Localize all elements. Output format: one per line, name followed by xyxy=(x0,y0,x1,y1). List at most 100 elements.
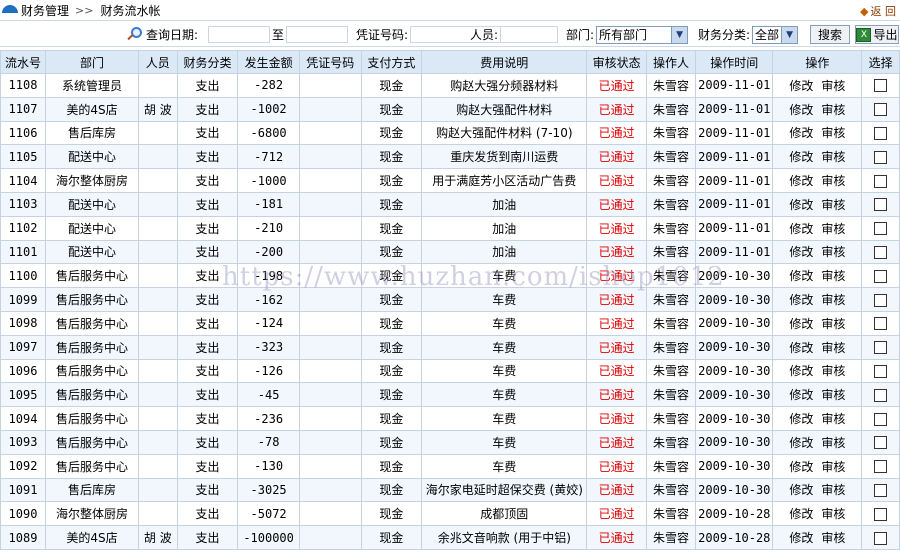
review-link[interactable]: 审核 xyxy=(821,364,845,378)
person-input[interactable] xyxy=(500,26,559,43)
select-cell xyxy=(861,287,900,312)
col-header[interactable]: 部门 xyxy=(44,50,139,74)
review-link[interactable]: 审核 xyxy=(821,507,845,521)
row-checkbox[interactable] xyxy=(874,150,888,164)
col-header[interactable]: 凭证号码 xyxy=(298,50,362,74)
review-link[interactable]: 审核 xyxy=(821,483,845,497)
row-checkbox[interactable] xyxy=(874,198,888,212)
actions-cell: 修改 审核 xyxy=(772,334,863,360)
serial-cell: 1092 xyxy=(0,453,46,479)
row-checkbox[interactable] xyxy=(874,460,888,474)
review-link[interactable]: 审核 xyxy=(821,103,845,117)
modify-link[interactable]: 修改 xyxy=(789,269,813,283)
category-select[interactable]: 全部 ▼ xyxy=(752,25,799,44)
review-link[interactable]: 审核 xyxy=(821,460,845,474)
col-header[interactable]: 支付方式 xyxy=(360,50,423,74)
breadcrumb-section[interactable]: 财务管理 xyxy=(21,2,69,19)
review-link[interactable]: 审核 xyxy=(821,293,845,307)
actions-cell: 修改 审核 xyxy=(772,501,863,527)
search-bar: 查询日期: 至 凭证号码: 人员: 部门: 所有部门 ▼ 财务分类: 全部 ▼ … xyxy=(0,23,900,47)
select-cell xyxy=(861,96,900,122)
review-link[interactable]: 审核 xyxy=(821,150,845,164)
status-cell: 已通过 xyxy=(586,144,647,170)
serial-cell: 1090 xyxy=(0,501,46,527)
modify-link[interactable]: 修改 xyxy=(789,293,813,307)
review-link[interactable]: 审核 xyxy=(821,222,845,236)
voucher-cell xyxy=(298,120,362,146)
col-header[interactable]: 人员 xyxy=(137,50,178,74)
back-button[interactable]: ◆ 返 回 xyxy=(860,3,896,19)
col-header[interactable]: 操作时间 xyxy=(695,50,774,74)
col-header[interactable]: 操作人 xyxy=(645,50,697,74)
review-link[interactable]: 审核 xyxy=(821,126,845,140)
col-header[interactable]: 费用说明 xyxy=(421,50,588,74)
row-checkbox[interactable] xyxy=(874,126,888,140)
dept-select[interactable]: 所有部门 ▼ xyxy=(596,25,689,44)
row-checkbox[interactable] xyxy=(874,341,888,355)
modify-link[interactable]: 修改 xyxy=(789,507,813,521)
review-link[interactable]: 审核 xyxy=(821,436,845,450)
row-checkbox[interactable] xyxy=(874,436,888,450)
row-checkbox[interactable] xyxy=(874,293,888,307)
row-checkbox[interactable] xyxy=(874,507,888,521)
row-checkbox[interactable] xyxy=(874,388,888,402)
date-from-input[interactable] xyxy=(208,26,270,43)
modify-link[interactable]: 修改 xyxy=(789,198,813,212)
review-link[interactable]: 审核 xyxy=(821,245,845,259)
modify-link[interactable]: 修改 xyxy=(789,436,813,450)
modify-link[interactable]: 修改 xyxy=(789,317,813,331)
modify-link[interactable]: 修改 xyxy=(789,460,813,474)
review-link[interactable]: 审核 xyxy=(821,269,845,283)
row-checkbox[interactable] xyxy=(874,364,888,378)
modify-link[interactable]: 修改 xyxy=(789,126,813,140)
status-cell: 已通过 xyxy=(586,453,647,479)
search-button[interactable]: 搜索 xyxy=(810,25,850,44)
voucher-cell xyxy=(298,287,362,312)
row-checkbox[interactable] xyxy=(874,412,888,426)
row-checkbox[interactable] xyxy=(874,483,888,497)
modify-link[interactable]: 修改 xyxy=(789,412,813,426)
review-link[interactable]: 审核 xyxy=(821,174,845,188)
modify-link[interactable]: 修改 xyxy=(789,364,813,378)
review-link[interactable]: 审核 xyxy=(821,531,845,545)
row-checkbox[interactable] xyxy=(874,317,888,331)
review-link[interactable]: 审核 xyxy=(821,341,845,355)
row-checkbox[interactable] xyxy=(874,269,888,283)
row-checkbox[interactable] xyxy=(874,222,888,236)
review-link[interactable]: 审核 xyxy=(821,198,845,212)
row-checkbox[interactable] xyxy=(874,531,888,545)
time-cell: 2009-10-30 xyxy=(695,477,774,503)
modify-link[interactable]: 修改 xyxy=(789,79,813,93)
col-header[interactable]: 财务分类 xyxy=(176,50,239,74)
modify-link[interactable]: 修改 xyxy=(789,150,813,164)
modify-link[interactable]: 修改 xyxy=(789,103,813,117)
review-link[interactable]: 审核 xyxy=(821,79,845,93)
col-header[interactable]: 发生金额 xyxy=(237,50,300,74)
table-row: 1095 售后服务中心 支出 -45 现金 车费 已通过 朱雪容 2009-10-30 修改 审核 xyxy=(0,382,900,408)
amount-cell: -181 xyxy=(237,191,300,217)
chevron-down-icon[interactable]: ▼ xyxy=(671,26,688,43)
review-link[interactable]: 审核 xyxy=(821,412,845,426)
date-to-input[interactable] xyxy=(286,26,349,43)
row-checkbox[interactable] xyxy=(874,245,888,259)
modify-link[interactable]: 修改 xyxy=(789,174,813,188)
person-cell xyxy=(137,453,178,479)
col-header[interactable]: 审核状态 xyxy=(586,50,647,74)
export-button[interactable]: X 导出 xyxy=(855,25,899,44)
modify-link[interactable]: 修改 xyxy=(789,222,813,236)
modify-link[interactable]: 修改 xyxy=(789,483,813,497)
dept-cell: 售后服务中心 xyxy=(44,429,139,455)
chevron-down-icon[interactable]: ▼ xyxy=(781,26,798,43)
row-checkbox[interactable] xyxy=(874,79,888,93)
row-checkbox[interactable] xyxy=(874,174,888,188)
modify-link[interactable]: 修改 xyxy=(789,245,813,259)
modify-link[interactable]: 修改 xyxy=(789,388,813,402)
row-checkbox[interactable] xyxy=(874,103,888,117)
voucher-cell xyxy=(298,525,362,550)
modify-link[interactable]: 修改 xyxy=(789,531,813,545)
modify-link[interactable]: 修改 xyxy=(789,341,813,355)
review-link[interactable]: 审核 xyxy=(821,317,845,331)
table-row: 1099 售后服务中心 支出 -162 现金 车费 已通过 朱雪容 2009-10-30 修改 审核 xyxy=(0,287,900,312)
col-header[interactable]: 流水号 xyxy=(0,50,46,74)
review-link[interactable]: 审核 xyxy=(821,388,845,402)
